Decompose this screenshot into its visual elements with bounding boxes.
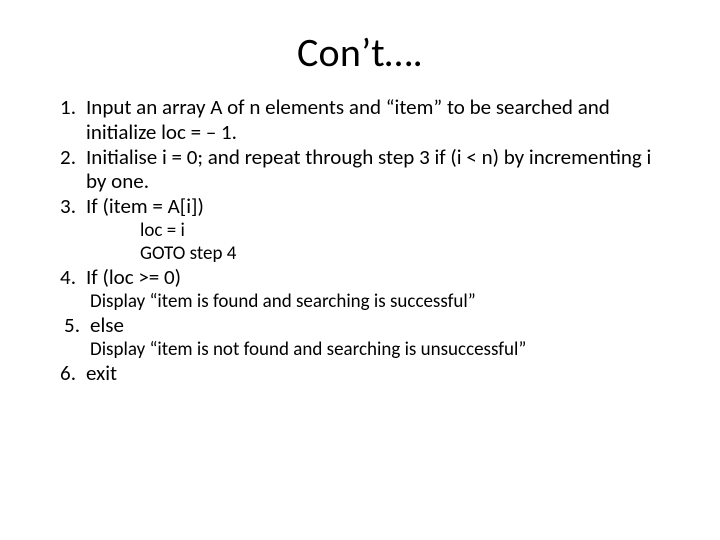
slide-title: Con’t…. — [0, 0, 720, 95]
item-number: 6. — [46, 361, 86, 386]
item-number: 3. — [46, 194, 86, 219]
ordered-list: 1. Input an array A of n elements and “i… — [46, 95, 674, 386]
sub-item: GOTO step 4 — [46, 242, 674, 265]
item-text: If (item = A[i]) — [86, 194, 674, 219]
slide: Con’t…. 1. Input an array A of n element… — [0, 0, 720, 540]
item-text: If (loc >= 0) — [86, 265, 674, 290]
item-text: else — [90, 313, 674, 338]
item-text: exit — [86, 361, 674, 386]
list-item: 4. If (loc >= 0) — [46, 265, 674, 290]
item-text: Initialise i = 0; and repeat through ste… — [86, 145, 674, 195]
slide-body: 1. Input an array A of n elements and “i… — [0, 95, 720, 386]
list-item: 3. If (item = A[i]) — [46, 194, 674, 219]
item-text: Input an array A of n elements and “item… — [86, 95, 674, 145]
list-item: 5. else — [46, 313, 674, 338]
item-number: 1. — [46, 95, 86, 120]
sub-item: loc = i — [46, 219, 674, 242]
sub-item: Display “item is not found and searching… — [46, 338, 674, 361]
list-item: 6. exit — [46, 361, 674, 386]
list-item: 1. Input an array A of n elements and “i… — [46, 95, 674, 145]
sub-item: Display “item is found and searching is … — [46, 290, 674, 313]
item-number: 5. — [46, 313, 90, 338]
list-item: 2. Initialise i = 0; and repeat through … — [46, 145, 674, 195]
item-number: 4. — [46, 265, 86, 290]
item-number: 2. — [46, 145, 86, 170]
